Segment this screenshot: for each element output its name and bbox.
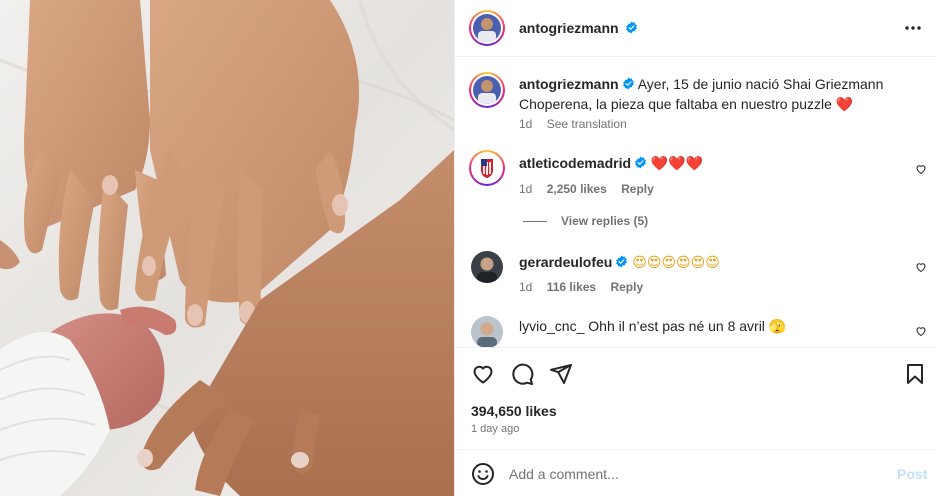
author-username[interactable]: antogriezmann [519,20,619,36]
author-username-row[interactable]: antogriezmann [519,20,638,36]
post-image[interactable] [0,0,454,496]
likes-count[interactable]: 394,650 likes [471,403,557,419]
caption: antogriezmann Ayer, 15 de junio nació Sh… [519,74,889,115]
comment-likes[interactable]: 116 likes [547,280,596,294]
view-replies-button[interactable]: View replies (5) [523,214,648,228]
comment-1-meta: 1d 2,250 likes Reply [519,182,665,196]
caption-emoji: ❤️ [835,97,854,113]
comment-1: atleticodemadrid ❤️❤️❤️ [519,153,889,174]
comment-like-heart-icon[interactable] [915,325,927,337]
comment-bubble-icon[interactable] [510,362,534,386]
caption-meta: 1d See translation [519,117,638,131]
comment-body: 😍😍😍😍😍😍 [632,255,720,271]
avatar-image [471,316,503,348]
comment-3: lyvio_cnc_ Ohh il n’est pas né un 8 avri… [519,316,889,336]
bookmark-icon[interactable] [903,362,927,386]
comment-avatar[interactable] [471,316,503,348]
more-horizontal-icon[interactable] [904,20,922,36]
verified-badge-icon [626,21,638,34]
post-photo-illustration [0,0,454,496]
comment-composer: Post [455,449,936,496]
post-actions: 394,650 likes 1 day ago [455,347,936,449]
comment-likes[interactable]: 2,250 likes [547,182,607,196]
comment-username[interactable]: atleticodemadrid [519,155,631,171]
author-avatar[interactable] [469,10,505,46]
comment-like-heart-icon[interactable] [915,261,927,273]
comment-body: ❤️❤️❤️ [650,156,704,172]
view-replies-line [523,221,547,223]
caption-avatar[interactable] [469,72,505,108]
post-time[interactable]: 1 day ago [471,423,519,435]
comment-username[interactable]: gerardeulofeu [519,254,612,270]
comment-2-meta: 1d 116 likes Reply [519,280,654,294]
avatar-image [473,76,501,104]
atletico-logo-icon [473,154,501,182]
view-replies-label[interactable]: View replies (5) [561,214,648,228]
comment-body: Ohh il n’est pas né un 8 avril 🫣 [588,318,787,334]
comment-time[interactable]: 1d [519,280,532,294]
comment-time[interactable]: 1d [519,182,532,196]
see-translation-link[interactable]: See translation [547,117,627,131]
verified-badge-icon [635,156,646,169]
avatar-image [473,14,501,42]
post-comment-button[interactable]: Post [897,466,927,482]
heart-icon[interactable] [471,362,495,386]
verified-badge-icon [616,255,628,268]
reply-button[interactable]: Reply [610,280,643,294]
post-details-panel: antogriezmann antogriezmann Ayer, 15 de … [454,0,936,496]
post-header: antogriezmann [455,0,936,57]
comment-avatar[interactable] [471,251,503,283]
comment-2: gerardeulofeu 😍😍😍😍😍😍 [519,252,889,273]
reply-button[interactable]: Reply [621,182,654,196]
verified-badge-icon [622,77,634,90]
paper-plane-icon[interactable] [549,362,573,386]
add-comment-input[interactable] [509,464,869,484]
comment-avatar[interactable] [469,150,505,186]
comment-like-heart-icon[interactable] [915,163,927,175]
smiley-icon[interactable] [471,462,495,486]
caption-time[interactable]: 1d [519,117,532,131]
comment-username[interactable]: lyvio_cnc_ [519,318,584,334]
avatar-image [471,251,503,283]
caption-username[interactable]: antogriezmann [519,76,619,92]
